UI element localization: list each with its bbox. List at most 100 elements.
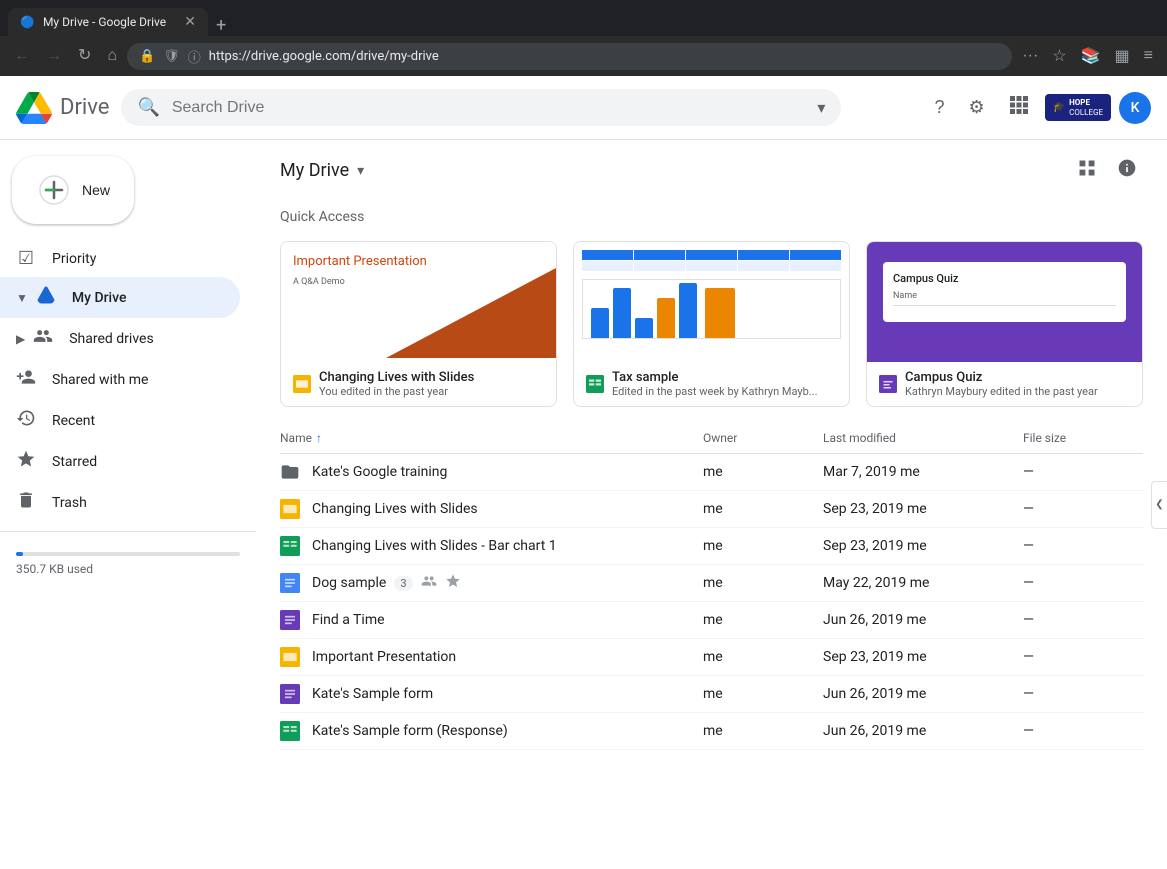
storage-used: 350.7 KB used [16, 562, 240, 576]
shield-icon: 🛡 [163, 49, 180, 64]
apps-button[interactable] [1001, 87, 1037, 128]
sort-asc-icon: ↑ [316, 431, 322, 445]
file-owner: me [703, 649, 823, 665]
sidebar-item-shared-with-me[interactable]: Shared with me [0, 359, 240, 400]
storage-fill [16, 552, 23, 556]
table-row[interactable]: Changing Lives with Slides me Sep 23, 20… [280, 491, 1143, 528]
user-avatar[interactable]: K [1119, 92, 1151, 124]
shared-with-me-icon [16, 367, 36, 392]
new-plus-icon [36, 172, 72, 208]
file-name: Dog sample 3 [312, 573, 703, 593]
recent-icon [16, 408, 36, 433]
table-row[interactable]: Important Presentation me Sep 23, 2019 m… [280, 639, 1143, 676]
bookmark-button[interactable]: ☆ [1046, 42, 1072, 70]
table-row[interactable]: Kate's Google training me Mar 7, 2019 me… [280, 454, 1143, 491]
sidebar-item-starred[interactable]: Starred [0, 441, 240, 482]
sidebar-item-my-drive[interactable]: ▼ My Drive [0, 277, 240, 318]
card-name-2: Tax sample [612, 370, 837, 385]
file-owner: me [703, 723, 823, 739]
my-drive-icon [36, 285, 56, 310]
reading-list-button[interactable]: 📚 [1075, 42, 1107, 70]
table-row[interactable]: Kate's Sample form me Jun 26, 2019 me — [280, 676, 1143, 713]
drive-logo[interactable]: Drive [16, 92, 109, 124]
sidebar-item-recent[interactable]: Recent [0, 400, 240, 441]
sidebar-item-label-shared-with-me: Shared with me [52, 372, 148, 388]
sidebar-item-label-trash: Trash [52, 495, 87, 511]
title-dropdown-icon[interactable]: ▾ [357, 163, 364, 179]
grid-view-button[interactable] [1071, 152, 1103, 189]
file-list: Name ↑ Owner Last modified File size Kat… [256, 423, 1167, 750]
file-size: — [1023, 686, 1143, 702]
new-tab-button[interactable]: + [216, 15, 226, 36]
file-name: Changing Lives with Slides - Bar chart 1 [312, 538, 703, 554]
cert-icon: ⓘ [188, 47, 201, 66]
settings-button[interactable]: ⚙ [961, 89, 993, 126]
file-modified: Jun 26, 2019 me [823, 612, 1023, 628]
tab-close-button[interactable]: ✕ [184, 14, 196, 30]
sidebar-item-label-shared-drives: Shared drives [69, 331, 153, 347]
quick-access-card-3[interactable]: Campus Quiz Name [866, 241, 1143, 407]
file-name: Find a Time [312, 612, 703, 628]
table-row[interactable]: Find a Time me Jun 26, 2019 me — [280, 602, 1143, 639]
info-button[interactable] [1111, 152, 1143, 189]
right-panel-toggle[interactable]: ❮ [1151, 481, 1167, 529]
sidebar-item-trash[interactable]: Trash [0, 482, 240, 523]
storage-bar [16, 552, 240, 556]
content-header: My Drive ▾ [256, 140, 1167, 201]
sidebar-toggle-button[interactable]: ▦ [1109, 42, 1136, 70]
file-owner: me [703, 686, 823, 702]
address-bar[interactable]: 🔒 🛡 ⓘ https://drive.google.com/drive/my-… [127, 43, 1012, 70]
quick-access-cards: Important Presentation A Q&A Demo [256, 233, 1167, 423]
file-owner: me [703, 612, 823, 628]
file-modified: May 22, 2019 me [823, 575, 1023, 591]
col-header-size: File size [1023, 431, 1143, 445]
shared-badge-icon [421, 573, 437, 593]
card-name-1: Changing Lives with Slides [319, 370, 544, 385]
search-dropdown-icon[interactable]: ▾ [817, 98, 825, 117]
search-input[interactable] [172, 99, 806, 117]
table-row[interactable]: Dog sample 3 me May 22, 2019 me — [280, 565, 1143, 602]
menu-button[interactable]: ≡ [1138, 43, 1159, 69]
drive-logo-text: Drive [60, 95, 109, 120]
col-header-owner: Owner [703, 431, 823, 445]
card-desc-1: You edited in the past year [319, 385, 544, 398]
sidebar-item-priority[interactable]: ☑ Priority [0, 240, 240, 277]
tab-title: My Drive - Google Drive [43, 15, 176, 29]
quick-access-card-1[interactable]: Important Presentation A Q&A Demo [280, 241, 557, 407]
sidebar-item-label-my-drive: My Drive [72, 290, 127, 306]
bar-chart-preview [582, 279, 841, 339]
table-row[interactable]: Kate's Sample form (Response) me Jun 26,… [280, 713, 1143, 750]
file-size: — [1023, 464, 1143, 480]
file-size: — [1023, 538, 1143, 554]
file-modified: Mar 7, 2019 me [823, 464, 1023, 480]
forms-file-icon [280, 610, 300, 630]
more-options-button[interactable]: ··· [1016, 43, 1044, 69]
home-button[interactable]: ⌂ [101, 44, 123, 68]
refresh-button[interactable]: ↻ [72, 44, 97, 68]
header-actions: ? ⚙ 🎓 [927, 87, 1151, 128]
sidebar-item-shared-drives[interactable]: ▶ Shared drives [0, 318, 240, 359]
search-bar[interactable]: 🔍 ▾ [121, 89, 841, 126]
file-modified: Sep 23, 2019 me [823, 538, 1023, 554]
forms-icon [879, 375, 897, 393]
forward-button[interactable]: → [40, 44, 68, 68]
active-tab[interactable]: 🔵 My Drive - Google Drive ✕ [8, 8, 208, 36]
quick-access-card-2[interactable]: Tax sample Edited in the past week by Ka… [573, 241, 850, 407]
file-size: — [1023, 612, 1143, 628]
card-preview-slides: Important Presentation A Q&A Demo [281, 242, 556, 362]
back-button[interactable]: ← [8, 44, 36, 68]
drive-logo-icon [16, 92, 52, 124]
starred-icon [16, 449, 36, 474]
help-button[interactable]: ? [927, 89, 953, 126]
col-header-name[interactable]: Name ↑ [280, 431, 703, 445]
file-name: Changing Lives with Slides [312, 501, 703, 517]
file-size: — [1023, 575, 1143, 591]
file-size: — [1023, 723, 1143, 739]
new-button[interactable]: New [12, 156, 134, 224]
file-name: Kate's Sample form (Response) [312, 723, 703, 739]
expand-icon-my-drive: ▼ [16, 291, 28, 305]
header-tools [1071, 152, 1143, 189]
file-owner: me [703, 464, 823, 480]
forms-field-name: Name [893, 291, 1116, 301]
table-row[interactable]: Changing Lives with Slides - Bar chart 1… [280, 528, 1143, 565]
